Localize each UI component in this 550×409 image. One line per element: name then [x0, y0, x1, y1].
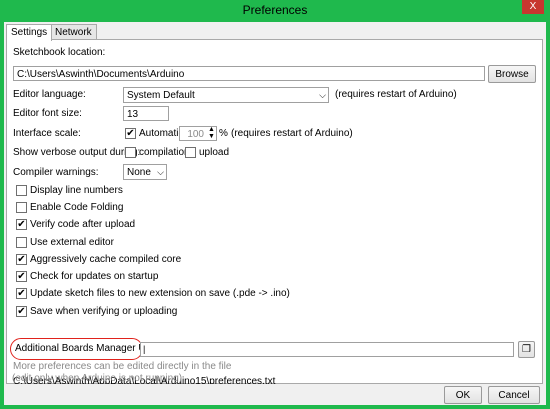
- compiler-warnings-select[interactable]: None ⌵: [123, 164, 167, 180]
- option-checkbox-update-extension[interactable]: ✔: [16, 288, 27, 299]
- option-label-line-numbers: Display line numbers: [30, 185, 123, 196]
- font-size-label: Editor font size:: [13, 108, 82, 119]
- tab-settings[interactable]: Settings: [6, 24, 53, 41]
- editor-language-label: Editor language:: [13, 89, 86, 100]
- window-title: Preferences: [242, 3, 308, 17]
- option-checkbox-verify-upload[interactable]: ✔: [16, 219, 27, 230]
- settings-panel: Sketchbook location: C:\Users\Aswinth\Do…: [6, 39, 543, 387]
- automatic-checkbox[interactable]: ✔: [125, 128, 136, 139]
- automatic-label: Automatic: [139, 128, 184, 139]
- more-prefs-note: More preferences can be edited directly …: [13, 361, 232, 372]
- compiler-warnings-value: None: [127, 167, 151, 178]
- option-checkbox-code-folding[interactable]: [16, 202, 27, 213]
- verbose-output-label: Show verbose output during:: [13, 147, 141, 158]
- browse-button[interactable]: Browse: [488, 65, 536, 83]
- preferences-window: Preferences X Settings Network Sketchboo…: [0, 0, 550, 409]
- option-label-verify-upload: Verify code after upload: [30, 219, 136, 230]
- ok-button[interactable]: OK: [444, 386, 482, 404]
- option-checkbox-cache-core[interactable]: ✔: [16, 254, 27, 265]
- title-bar: Preferences X: [0, 0, 550, 22]
- edit-note: (edit only when Arduino is not running): [12, 373, 183, 384]
- footer-bar: OK Cancel: [4, 384, 546, 405]
- option-label-code-folding: Enable Code Folding: [30, 202, 124, 213]
- tab-network[interactable]: Network: [50, 24, 97, 40]
- dialog-body: Settings Network Sketchbook location: C:…: [4, 22, 546, 405]
- interface-scale-label: Interface scale:: [13, 128, 81, 139]
- verbose-upload-checkbox[interactable]: [185, 147, 196, 158]
- close-button[interactable]: X: [522, 0, 544, 14]
- verbose-upload-label: upload: [199, 147, 230, 158]
- compiler-warnings-label: Compiler warnings:: [13, 167, 99, 178]
- scale-restart-note: (requires restart of Arduino): [231, 128, 353, 139]
- verbose-compilation-checkbox[interactable]: [125, 147, 136, 158]
- chevron-down-icon: ⌵: [157, 167, 164, 177]
- option-checkbox-line-numbers[interactable]: [16, 185, 27, 196]
- font-size-input[interactable]: 13: [123, 106, 169, 121]
- cancel-button[interactable]: Cancel: [488, 386, 540, 404]
- option-checkbox-external-editor[interactable]: [16, 237, 27, 248]
- option-checkbox-save-verifying[interactable]: ✔: [16, 306, 27, 317]
- scale-unit: %: [219, 128, 228, 139]
- sketchbook-location-input[interactable]: C:\Users\Aswinth\Documents\Arduino: [13, 66, 485, 81]
- option-label-external-editor: Use external editor: [30, 237, 114, 248]
- editor-language-select[interactable]: System Default ⌵: [123, 87, 329, 103]
- language-restart-note: (requires restart of Arduino): [335, 89, 457, 100]
- verbose-compilation-label: compilation: [139, 147, 190, 158]
- option-label-cache-core: Aggressively cache compiled core: [30, 254, 182, 265]
- option-checkbox-check-updates[interactable]: ✔: [16, 271, 27, 282]
- option-label-check-updates: Check for updates on startup: [30, 271, 159, 282]
- window-expand-icon[interactable]: ❐: [518, 341, 535, 358]
- boards-manager-urls-input[interactable]: [140, 342, 514, 357]
- stepper-arrows-icon[interactable]: ▲ ▼: [208, 126, 215, 140]
- editor-language-value: System Default: [127, 90, 195, 101]
- sketchbook-label: Sketchbook location:: [13, 47, 106, 58]
- option-label-save-verifying: Save when verifying or uploading: [30, 306, 178, 317]
- chevron-down-icon: ⌵: [319, 90, 326, 100]
- text-cursor-icon: |: [143, 344, 146, 354]
- option-label-update-extension: Update sketch files to new extension on …: [30, 288, 290, 299]
